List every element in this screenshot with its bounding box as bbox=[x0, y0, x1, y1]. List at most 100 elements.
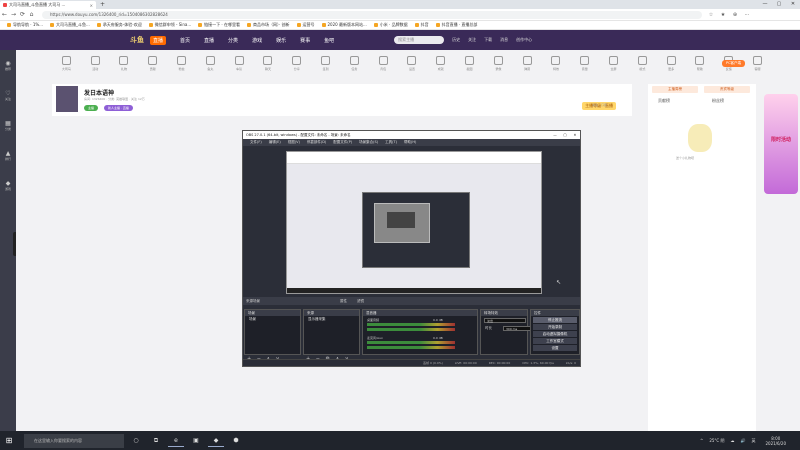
stop-streaming-button[interactable]: 停止推流 bbox=[533, 317, 577, 323]
bookmark-item[interactable]: 微信群申领 - Sina... bbox=[148, 22, 191, 28]
nav-item[interactable]: 首页 bbox=[180, 37, 190, 44]
taskbar-clock[interactable]: 8:00 2021/6/20 bbox=[765, 436, 786, 446]
bookmark-item[interactable]: 大司马直播_斗鱼... bbox=[49, 22, 90, 28]
obs-menu-item[interactable]: 场景集合(S) bbox=[359, 140, 378, 145]
studio-mode-button[interactable]: 工作室模式 bbox=[533, 338, 577, 344]
bookmark-item[interactable]: 链接一下 · 在哪里看 bbox=[198, 22, 240, 28]
task-view-icon[interactable]: ⧉ bbox=[148, 435, 164, 447]
bookmark-item[interactable]: 抖音直播 · 直播总部 bbox=[435, 22, 477, 28]
toolbar-item[interactable]: 鱼丸 bbox=[196, 56, 225, 78]
weekly-rank-button[interactable]: 主播周榜 bbox=[652, 86, 698, 93]
toolbar-item[interactable]: 模式 bbox=[628, 56, 657, 78]
toolbar-item[interactable]: 分享 bbox=[282, 56, 311, 78]
tray-chevron-icon[interactable]: ^ bbox=[700, 438, 703, 443]
source-item[interactable]: 显示器采集 bbox=[304, 316, 359, 322]
properties-button[interactable]: 属性 bbox=[340, 299, 347, 304]
sidebar-item[interactable]: ◉ 推荐 bbox=[0, 50, 16, 80]
toolbar-item[interactable]: 全屏 bbox=[599, 56, 628, 78]
obs-preview[interactable] bbox=[286, 151, 542, 294]
creator-icon[interactable]: 创作中心 bbox=[516, 37, 532, 43]
extensions-icon[interactable]: ⊕ bbox=[732, 12, 738, 18]
transition-select[interactable]: 淡出 bbox=[484, 318, 526, 323]
maximize-icon[interactable]: ▢ bbox=[772, 0, 786, 9]
toolbar-item[interactable]: 设置 bbox=[398, 56, 427, 78]
minimize-icon[interactable]: — bbox=[758, 0, 772, 9]
site-search-input[interactable]: 搜索主播 bbox=[394, 36, 445, 44]
toolbar-item[interactable]: 车队 bbox=[225, 56, 254, 78]
bookmark-item[interactable]: 2020 最新版本网站... bbox=[321, 22, 367, 28]
obs-taskbar-icon[interactable]: ◆ bbox=[208, 435, 224, 447]
toolbar-item[interactable]: 签到 bbox=[311, 56, 340, 78]
toolbar-item[interactable]: 活动 bbox=[81, 56, 110, 78]
toolbar-item[interactable]: 特效 bbox=[542, 56, 571, 78]
toolbar-item[interactable]: 录像 bbox=[484, 56, 513, 78]
sidebar-item[interactable]: ▦ 分类 bbox=[0, 110, 16, 140]
nav-item-more[interactable]: 鱼吧 bbox=[324, 37, 334, 44]
history-icon[interactable]: 历史 bbox=[452, 37, 460, 43]
toolbar-item[interactable]: 聊天 bbox=[254, 56, 283, 78]
obs-maximize-icon[interactable]: ▢ bbox=[560, 133, 570, 137]
bookmark-item[interactable]: 小米 · 品牌数据 bbox=[373, 22, 408, 28]
settings-button[interactable]: 设置 bbox=[533, 345, 577, 351]
obs-menu-item[interactable]: 帮助(H) bbox=[404, 140, 416, 145]
cortana-icon[interactable]: ○ bbox=[128, 435, 144, 447]
bookmark-item[interactable]: 运营号 bbox=[296, 22, 315, 28]
toolbar-item[interactable]: 客服 bbox=[743, 56, 772, 78]
vip-level-button[interactable]: 贵宾等级 bbox=[704, 86, 750, 93]
tab-contribution[interactable]: 贡献榜 bbox=[658, 98, 670, 104]
bookmark-item[interactable]: 抖音 bbox=[414, 22, 429, 28]
volume-slider[interactable] bbox=[367, 346, 455, 349]
toolbar-item[interactable]: 成就 bbox=[426, 56, 455, 78]
obs-menu-item[interactable]: 文件(F) bbox=[250, 140, 262, 145]
toolbar-item[interactable]: 帮助 bbox=[686, 56, 715, 78]
filters-button[interactable]: 滤镜 bbox=[357, 299, 364, 304]
bookmark-item[interactable]: 导航导航 · 1%... bbox=[7, 22, 43, 28]
start-recording-button[interactable]: 开始录制 bbox=[533, 324, 577, 330]
obs-menu-item[interactable]: 停靠部件(D) bbox=[307, 140, 326, 145]
bookmark-item[interactable]: 承天府服务-体验-欢迎 bbox=[96, 22, 142, 28]
close-tab-icon[interactable]: × bbox=[90, 3, 93, 8]
url-input[interactable]: https://www.douyu.com/1326400_rid=150408… bbox=[42, 10, 702, 19]
toolbar-item[interactable]: 礼物 bbox=[110, 56, 139, 78]
back-icon[interactable]: ← bbox=[0, 11, 9, 18]
sidebar-item[interactable]: ▲ 排行 bbox=[0, 140, 16, 170]
obs-minimize-icon[interactable]: — bbox=[550, 133, 560, 137]
reload-icon[interactable]: ⟳ bbox=[18, 11, 27, 18]
forward-icon[interactable]: → bbox=[9, 11, 18, 18]
nav-item[interactable]: 娱乐 bbox=[276, 37, 286, 44]
nav-item[interactable]: 分类 bbox=[228, 37, 238, 44]
ime-indicator[interactable]: 英 bbox=[751, 438, 755, 444]
scene-item[interactable]: 场景 bbox=[245, 316, 300, 322]
nav-item[interactable]: 赛事 bbox=[300, 37, 310, 44]
menu-icon[interactable]: ⋯ bbox=[744, 12, 750, 18]
obs-menu-item[interactable]: 编辑(E) bbox=[269, 140, 281, 145]
nav-item[interactable]: 直播 bbox=[204, 37, 214, 44]
tab-fans[interactable]: 粉丝榜 bbox=[712, 98, 724, 104]
weather-icon[interactable]: 25°C 阴 bbox=[709, 438, 724, 444]
edge-icon[interactable]: e bbox=[168, 435, 184, 447]
favorites-icon[interactable]: ★ bbox=[720, 12, 726, 18]
star-icon[interactable]: ☆ bbox=[708, 12, 714, 18]
app-icon[interactable]: ⬢ bbox=[228, 435, 244, 447]
obs-menu-item[interactable]: 配置文件(P) bbox=[333, 140, 352, 145]
toolbar-item[interactable]: 大司马 bbox=[52, 56, 81, 78]
streamer-avatar[interactable] bbox=[56, 86, 78, 112]
obs-menu-item[interactable]: 工具(T) bbox=[385, 140, 397, 145]
virtual-camera-button[interactable]: 启动虚拟摄像机 bbox=[533, 331, 577, 337]
new-tab-button[interactable]: + bbox=[100, 1, 105, 8]
toolbar-item[interactable]: 任务 bbox=[340, 56, 369, 78]
sidebar-item[interactable]: ♡ 关注 bbox=[0, 80, 16, 110]
toolbar-item[interactable]: 背包 bbox=[369, 56, 398, 78]
volume-slider[interactable] bbox=[367, 328, 455, 331]
home-icon[interactable]: ⌂ bbox=[27, 11, 36, 18]
close-window-icon[interactable]: ✕ bbox=[786, 0, 800, 9]
cloud-icon[interactable]: ☁ bbox=[731, 438, 735, 443]
volume-icon[interactable]: 🔊 bbox=[741, 438, 746, 443]
side-ad-banner[interactable]: 限时活动 bbox=[764, 94, 798, 194]
obs-close-icon[interactable]: ✕ bbox=[570, 133, 580, 137]
obs-menu-item[interactable]: 视图(V) bbox=[288, 140, 300, 145]
pc-client-badge[interactable]: PC客户端 bbox=[722, 60, 746, 67]
follow-icon[interactable]: 关注 bbox=[468, 37, 476, 43]
site-logo[interactable]: 斗鱼 bbox=[130, 35, 144, 45]
toolbar-item[interactable]: 贡献 bbox=[138, 56, 167, 78]
